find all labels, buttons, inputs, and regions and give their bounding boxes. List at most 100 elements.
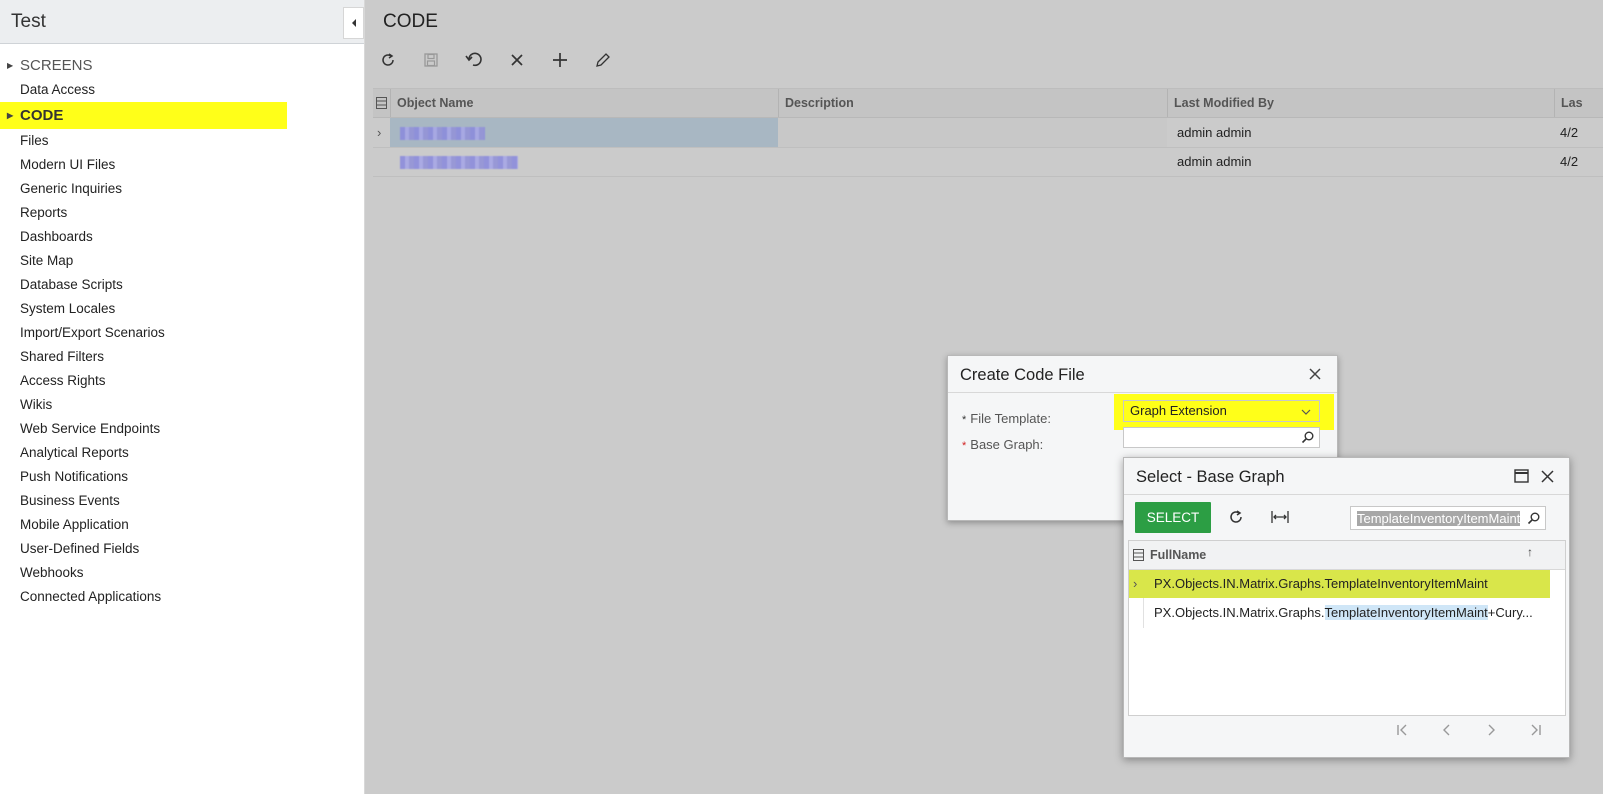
- base-graph-grid: FullName ↑ › PX.Objects.IN.Matrix.Graphs…: [1128, 540, 1566, 716]
- page-title: CODE: [383, 11, 438, 32]
- divider: [1124, 494, 1569, 495]
- sidebar-item-files[interactable]: Files: [0, 129, 364, 153]
- sort-asc-icon[interactable]: ↑: [1527, 545, 1533, 559]
- select-button[interactable]: SELECT: [1135, 502, 1211, 533]
- sidebar-item-system-locales[interactable]: System Locales: [0, 297, 364, 321]
- add-button[interactable]: [547, 47, 573, 73]
- dialog-title: Select - Base Graph: [1136, 468, 1285, 486]
- refresh-button[interactable]: [1224, 505, 1248, 529]
- first-page-button[interactable]: [1392, 720, 1414, 740]
- grid-settings-icon[interactable]: [1133, 549, 1144, 561]
- sidebar-item-web-service-endpoints[interactable]: Web Service Endpoints: [0, 417, 364, 441]
- row-expand-icon[interactable]: ›: [373, 118, 390, 147]
- refresh-icon: [382, 53, 394, 66]
- table-row[interactable]: PX.Objects.IN.Matrix.Graphs.TemplateInve…: [1129, 599, 1550, 627]
- object-name-cell[interactable]: [390, 147, 778, 176]
- collapse-sidebar-button[interactable]: [343, 7, 364, 39]
- base-graph-field[interactable]: [1123, 427, 1320, 448]
- search-input[interactable]: TemplateInventoryItemMaint: [1350, 506, 1546, 530]
- sidebar-item-code[interactable]: ▶ CODE: [0, 102, 287, 129]
- refresh-button[interactable]: [375, 47, 401, 73]
- sidebar-item-label: Database Scripts: [20, 277, 123, 292]
- fit-width-icon: [1271, 511, 1289, 523]
- sidebar-item-push-notifications[interactable]: Push Notifications: [0, 465, 364, 489]
- sidebar-item-screens[interactable]: ▶ SCREENS: [0, 53, 364, 78]
- sidebar-item-database-scripts[interactable]: Database Scripts: [0, 273, 364, 297]
- sidebar-nav: ▶ SCREENS Data Access ▶ CODE Files Moder…: [0, 53, 364, 609]
- description-cell: [778, 147, 1167, 176]
- sidebar-item-user-defined-fields[interactable]: User-Defined Fields: [0, 537, 364, 561]
- fullname-match: TemplateInventoryItemMaint: [1324, 605, 1488, 620]
- sidebar-item-label: Reports: [20, 205, 68, 220]
- column-fullname[interactable]: FullName: [1150, 548, 1206, 562]
- close-dialog-button[interactable]: [1307, 366, 1325, 384]
- sidebar-item-label: SCREENS: [20, 57, 93, 74]
- sidebar-item-label: Mobile Application: [20, 517, 129, 532]
- sidebar-item-dashboards[interactable]: Dashboards: [0, 225, 364, 249]
- column-settings-button[interactable]: [373, 89, 390, 117]
- redacted-text: [400, 127, 485, 141]
- table-row[interactable]: › PX.Objects.IN.Matrix.Graphs.TemplateIn…: [1129, 570, 1550, 598]
- delete-button[interactable]: [504, 47, 530, 73]
- label-text: File Template:: [970, 411, 1051, 426]
- column-object-name[interactable]: Object Name: [390, 89, 778, 117]
- sidebar-item-label: Dashboards: [20, 229, 93, 244]
- column-description[interactable]: Description: [778, 89, 1167, 117]
- close-dialog-button[interactable]: [1540, 469, 1556, 485]
- sidebar-item-label: Connected Applications: [20, 589, 162, 604]
- sidebar-title: Test: [11, 11, 46, 32]
- table-row[interactable]: › admin admin 4/2: [373, 118, 1603, 148]
- fit-columns-button[interactable]: [1268, 505, 1292, 529]
- chevron-left-icon: [351, 19, 356, 27]
- sidebar-item-label: Business Events: [20, 493, 120, 508]
- maximize-button[interactable]: [1514, 469, 1530, 485]
- fullname-prefix: PX.Objects.IN.Matrix.Graphs.: [1154, 605, 1325, 620]
- sidebar-item-access-rights[interactable]: Access Rights: [0, 369, 364, 393]
- sidebar-item-reports[interactable]: Reports: [0, 201, 364, 225]
- save-icon: [424, 53, 438, 67]
- last-page-button[interactable]: [1524, 720, 1546, 740]
- maximize-icon: [1514, 469, 1529, 483]
- row-expand-icon[interactable]: ›: [1133, 570, 1137, 598]
- fullname-match: TemplateInventoryItemMaint: [1324, 576, 1488, 591]
- sidebar-item-mobile-application[interactable]: Mobile Application: [0, 513, 364, 537]
- search-icon[interactable]: [1301, 431, 1314, 444]
- table-row[interactable]: admin admin 4/2: [373, 147, 1603, 177]
- search-icon[interactable]: [1527, 512, 1540, 525]
- sidebar-item-site-map[interactable]: Site Map: [0, 249, 364, 273]
- column-last-modified[interactable]: Las: [1554, 89, 1603, 117]
- required-marker: *: [962, 440, 967, 452]
- fullname-cell: PX.Objects.IN.Matrix.Graphs.TemplateInve…: [1154, 599, 1533, 627]
- caret-right-icon: ▶: [7, 111, 14, 120]
- undo-button[interactable]: [461, 47, 487, 73]
- previous-page-button[interactable]: [1436, 720, 1458, 740]
- sidebar-item-import-export-scenarios[interactable]: Import/Export Scenarios: [0, 321, 364, 345]
- sidebar-item-label: Access Rights: [20, 373, 106, 388]
- file-template-select[interactable]: Graph Extension: [1123, 400, 1320, 422]
- edit-button[interactable]: [590, 47, 616, 73]
- sidebar-item-wikis[interactable]: Wikis: [0, 393, 364, 417]
- search-value: TemplateInventoryItemMaint: [1357, 511, 1520, 526]
- sidebar-item-label: Analytical Reports: [20, 445, 129, 460]
- sidebar-item-label: Site Map: [20, 253, 74, 268]
- sidebar-item-label: Wikis: [20, 397, 53, 412]
- undo-icon: [465, 52, 482, 67]
- sidebar-item-label: Shared Filters: [20, 349, 105, 364]
- sidebar-item-shared-filters[interactable]: Shared Filters: [0, 345, 364, 369]
- last-modified-cell: 4/2: [1560, 125, 1579, 140]
- sidebar-item-webhooks[interactable]: Webhooks: [0, 561, 364, 585]
- sidebar-item-connected-applications[interactable]: Connected Applications: [0, 585, 364, 609]
- sidebar-item-modern-ui-files[interactable]: Modern UI Files: [0, 153, 364, 177]
- sidebar-item-business-events[interactable]: Business Events: [0, 489, 364, 513]
- grid-header: Object Name Description Last Modified By…: [373, 89, 1603, 118]
- sidebar-item-analytical-reports[interactable]: Analytical Reports: [0, 441, 364, 465]
- column-last-modified-by[interactable]: Last Modified By: [1167, 89, 1554, 117]
- select-base-graph-dialog: Select - Base Graph SELECT TemplateInven…: [1123, 457, 1570, 758]
- select-value: Graph Extension: [1130, 403, 1227, 418]
- sidebar-item-data-access[interactable]: Data Access: [0, 78, 364, 102]
- save-button[interactable]: [418, 47, 444, 73]
- next-page-button[interactable]: [1480, 720, 1502, 740]
- object-name-cell[interactable]: [390, 118, 778, 147]
- divider: [948, 392, 1337, 393]
- sidebar-item-generic-inquiries[interactable]: Generic Inquiries: [0, 177, 364, 201]
